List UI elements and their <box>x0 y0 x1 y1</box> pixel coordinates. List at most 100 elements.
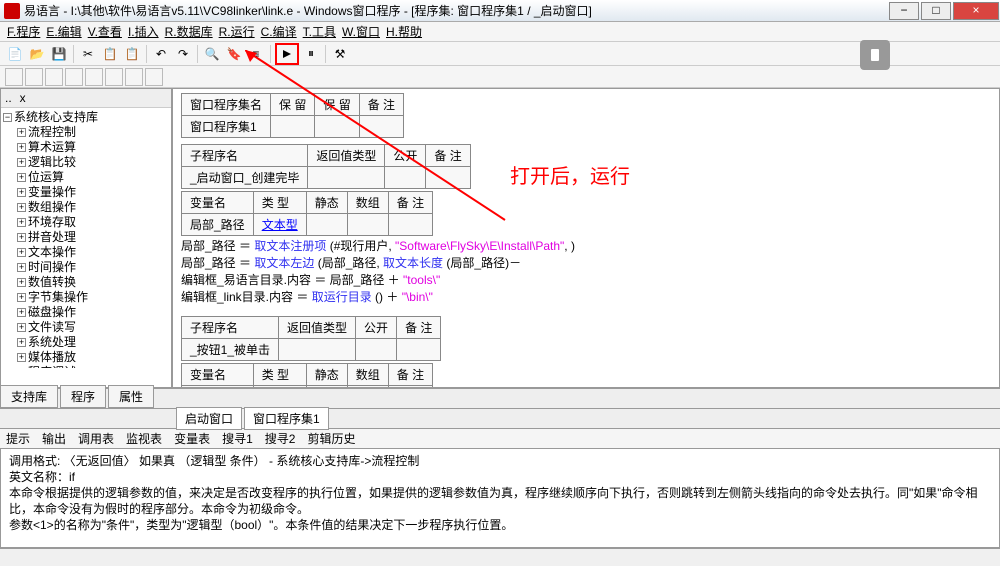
col-h: 静态 <box>306 364 347 386</box>
tb2-3[interactable] <box>45 68 63 86</box>
tree-node[interactable]: +媒体播放 <box>3 350 169 365</box>
panel-vars[interactable]: 变量表 <box>174 430 210 447</box>
tree-node[interactable]: +算术运算 <box>3 140 169 155</box>
editor-tab-window[interactable]: 启动窗口 <box>176 407 242 430</box>
menu-program[interactable]: F.程序 <box>7 23 40 40</box>
tree-root[interactable]: 系统核心支持库 <box>14 110 98 125</box>
expand-icon[interactable]: − <box>3 113 12 122</box>
save-icon[interactable]: 💾 <box>49 44 69 64</box>
tree-node[interactable]: +数值转换 <box>3 275 169 290</box>
sidebar-header-2[interactable]: x <box>20 91 26 105</box>
tab-program[interactable]: 程序 <box>60 385 106 408</box>
expand-icon[interactable]: + <box>17 128 26 137</box>
new-icon[interactable]: 📄 <box>5 44 25 64</box>
menu-database[interactable]: R.数据库 <box>165 23 213 40</box>
panel-clip[interactable]: 剪辑历史 <box>307 430 355 447</box>
tree-node[interactable]: +字节集操作 <box>3 290 169 305</box>
list-icon[interactable]: ≡ <box>246 44 266 64</box>
tree-node[interactable]: +环境存取 <box>3 215 169 230</box>
menu-view[interactable]: V.查看 <box>88 23 122 40</box>
menu-run[interactable]: R.运行 <box>219 23 255 40</box>
menu-window[interactable]: W.窗口 <box>342 23 380 40</box>
maximize-button[interactable]: □ <box>921 2 951 20</box>
tree-node[interactable]: +位运算 <box>3 170 169 185</box>
tree-node[interactable]: +磁盘操作 <box>3 305 169 320</box>
menu-help[interactable]: H.帮助 <box>386 23 422 40</box>
expand-icon[interactable]: + <box>17 218 26 227</box>
bookmark-icon[interactable]: 🔖 <box>224 44 244 64</box>
tree-node[interactable]: +文本操作 <box>3 245 169 260</box>
redo-icon[interactable]: ↷ <box>173 44 193 64</box>
menu-insert[interactable]: I.插入 <box>128 23 159 40</box>
expand-icon[interactable]: + <box>17 248 26 257</box>
panel-calltable[interactable]: 调用表 <box>78 430 114 447</box>
expand-icon[interactable]: + <box>17 263 26 272</box>
expand-icon[interactable]: + <box>17 353 26 362</box>
col-h: 子程序名 <box>182 145 308 167</box>
panel-search2[interactable]: 搜寻2 <box>265 430 296 447</box>
tree-node[interactable]: +逻辑比较 <box>3 155 169 170</box>
help-line: 英文名称：if <box>9 469 991 485</box>
tb2-8[interactable] <box>145 68 163 86</box>
tb2-4[interactable] <box>65 68 83 86</box>
cell[interactable]: 局部_路径 <box>182 214 254 236</box>
tb2-6[interactable] <box>105 68 123 86</box>
code-block[interactable]: 局部_路径 ＝ 取文本注册项 (#现行用户, "Software\FlySky\… <box>181 238 991 306</box>
editor-tab-progset[interactable]: 窗口程序集1 <box>244 407 329 430</box>
code-editor[interactable]: 窗口程序集名保 留保 留备 注 窗口程序集1 子程序名返回值类型公开备 注 _启… <box>172 88 1000 388</box>
tab-support[interactable]: 支持库 <box>0 385 58 408</box>
cell[interactable]: _启动窗口_创建完毕 <box>182 167 308 189</box>
tool-icon[interactable]: ⚒ <box>330 44 350 64</box>
sidebar-header-1[interactable]: .. <box>5 91 12 105</box>
expand-icon[interactable]: + <box>17 338 26 347</box>
panel-search1[interactable]: 搜寻1 <box>222 430 253 447</box>
panel-output[interactable]: 输出 <box>42 430 66 447</box>
run-button[interactable] <box>275 43 299 65</box>
tb2-5[interactable] <box>85 68 103 86</box>
cell[interactable]: 局部_文本 <box>182 386 254 389</box>
panel-watch[interactable]: 监视表 <box>126 430 162 447</box>
library-tree[interactable]: −系统核心支持库 +流程控制+算术运算+逻辑比较+位运算+变量操作+数组操作+环… <box>1 108 171 368</box>
menu-tools[interactable]: T.工具 <box>303 23 336 40</box>
tree-node[interactable]: +时间操作 <box>3 260 169 275</box>
help-panel[interactable]: 调用格式: 〈无返回值〉 如果真 （逻辑型 条件） - 系统核心支持库->流程控… <box>0 448 1000 548</box>
tb2-7[interactable] <box>125 68 143 86</box>
expand-icon[interactable]: + <box>17 323 26 332</box>
expand-icon[interactable]: + <box>17 188 26 197</box>
cut-icon[interactable]: ✂ <box>78 44 98 64</box>
cell[interactable]: _按钮1_被单击 <box>182 339 279 361</box>
cell[interactable]: 文本型 <box>253 214 306 236</box>
tab-property[interactable]: 属性 <box>108 385 154 408</box>
usb-device-icon[interactable] <box>860 40 890 70</box>
cell[interactable]: 文本型 <box>253 386 306 389</box>
tb2-1[interactable] <box>5 68 23 86</box>
menu-edit[interactable]: E.编辑 <box>46 23 81 40</box>
tree-node[interactable]: +文件读写 <box>3 320 169 335</box>
open-icon[interactable]: 📂 <box>27 44 47 64</box>
close-button[interactable]: × <box>953 2 999 20</box>
expand-icon[interactable]: + <box>17 173 26 182</box>
copy-icon[interactable]: 📋 <box>100 44 120 64</box>
expand-icon[interactable]: + <box>17 308 26 317</box>
tb2-2[interactable] <box>25 68 43 86</box>
expand-icon[interactable]: + <box>17 293 26 302</box>
pause-icon[interactable]: ⏸ <box>301 44 321 64</box>
panel-hint[interactable]: 提示 <box>6 430 30 447</box>
expand-icon[interactable]: + <box>17 203 26 212</box>
minimize-button[interactable]: − <box>889 2 919 20</box>
cell[interactable]: 窗口程序集1 <box>182 116 271 138</box>
expand-icon[interactable]: + <box>17 143 26 152</box>
undo-icon[interactable]: ↶ <box>151 44 171 64</box>
tree-node[interactable]: +变量操作 <box>3 185 169 200</box>
expand-icon[interactable]: + <box>17 278 26 287</box>
paste-icon[interactable]: 📋 <box>122 44 142 64</box>
menu-compile[interactable]: C.编译 <box>261 23 297 40</box>
tree-node[interactable]: +流程控制 <box>3 125 169 140</box>
tree-node[interactable]: +程序调试 <box>3 365 169 368</box>
expand-icon[interactable]: + <box>17 158 26 167</box>
expand-icon[interactable]: + <box>17 233 26 242</box>
tree-node[interactable]: +数组操作 <box>3 200 169 215</box>
find-icon[interactable]: 🔍 <box>202 44 222 64</box>
tree-node[interactable]: +拼音处理 <box>3 230 169 245</box>
tree-node[interactable]: +系统处理 <box>3 335 169 350</box>
